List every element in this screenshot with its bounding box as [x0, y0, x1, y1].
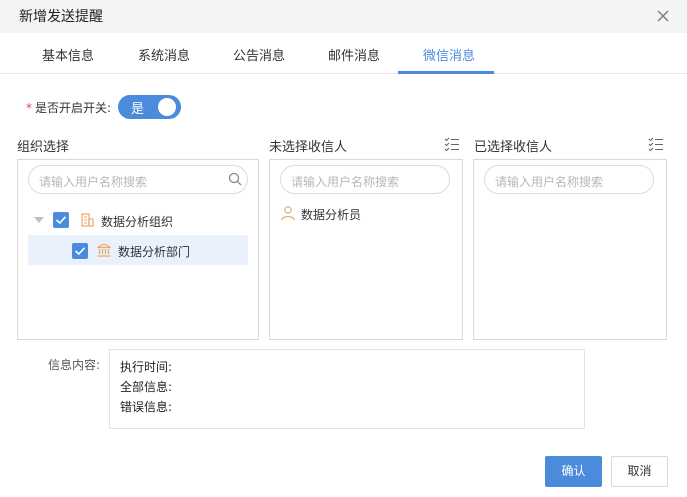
message-content-label: 信息内容:	[48, 358, 101, 372]
tab-announcement-message[interactable]: 公告消息	[233, 45, 285, 64]
tree-node-department[interactable]: 数据分析部门	[28, 235, 248, 265]
org-building-icon	[81, 213, 94, 227]
selected-recipients-label: 已选择收信人	[474, 140, 553, 155]
checkbox-checked[interactable]	[53, 212, 69, 228]
search-icon[interactable]	[228, 172, 242, 186]
active-tab-indicator	[398, 71, 494, 74]
recipient-item[interactable]: 数据分析员	[280, 205, 450, 235]
tab-wechat-message[interactable]: 微信消息	[423, 45, 475, 64]
switch-text: 是	[131, 102, 145, 117]
check-icon	[74, 247, 86, 256]
list-check-icon[interactable]	[444, 136, 460, 152]
check-icon	[55, 216, 67, 225]
dialog-header: 新增发送提醒	[0, 0, 687, 33]
unselected-recipients-panel: 请输入用户名称搜索 数据分析员	[269, 159, 463, 340]
list-check-icon[interactable]	[648, 136, 664, 152]
cancel-button[interactable]: 取消	[611, 456, 668, 487]
enable-switch[interactable]: 是	[118, 95, 181, 119]
switch-knob	[158, 98, 176, 116]
tab-basic-info[interactable]: 基本信息	[42, 45, 94, 64]
org-tree-panel: 请输入用户名称搜索 数据分析组织 数据分析部门	[17, 159, 259, 340]
message-line: 全部信息:	[120, 380, 173, 394]
tab-bar: 基本信息 系统消息 公告消息 邮件消息 微信消息	[0, 33, 687, 74]
unselected-search-input[interactable]: 请输入用户名称搜索	[280, 165, 450, 194]
org-search-input[interactable]: 请输入用户名称搜索	[28, 165, 248, 194]
tree-node-label: 数据分析部门	[118, 245, 191, 259]
tab-system-message[interactable]: 系统消息	[138, 45, 190, 64]
checkbox-checked[interactable]	[72, 243, 88, 259]
enable-label-text: 是否开启开关:	[35, 101, 112, 115]
message-content-box[interactable]: 执行时间: 全部信息: 错误信息:	[109, 349, 585, 429]
selected-search-input[interactable]: 请输入用户名称搜索	[484, 165, 654, 194]
tree-node-org[interactable]: 数据分析组织	[28, 205, 248, 235]
send-reminder-dialog: 新增发送提醒 基本信息 系统消息 公告消息 邮件消息 微信消息 * 是否开启开关:…	[0, 0, 687, 497]
tab-email-message[interactable]: 邮件消息	[328, 45, 380, 64]
required-mark: *	[26, 101, 32, 115]
close-icon[interactable]	[655, 8, 671, 24]
message-line: 错误信息:	[120, 400, 173, 414]
user-icon	[281, 206, 295, 221]
org-select-label: 组织选择	[17, 140, 70, 155]
caret-down-icon[interactable]	[34, 217, 44, 223]
recipient-name: 数据分析员	[301, 208, 362, 222]
message-line: 执行时间:	[120, 360, 173, 374]
department-bank-icon	[97, 243, 111, 257]
confirm-button[interactable]: 确认	[545, 456, 602, 487]
enable-switch-label: * 是否开启开关:	[26, 99, 111, 116]
selected-recipients-panel: 请输入用户名称搜索	[473, 159, 667, 340]
unselected-recipients-label: 未选择收信人	[269, 140, 348, 155]
tree-node-label: 数据分析组织	[101, 215, 174, 229]
dialog-title: 新增发送提醒	[19, 9, 103, 25]
